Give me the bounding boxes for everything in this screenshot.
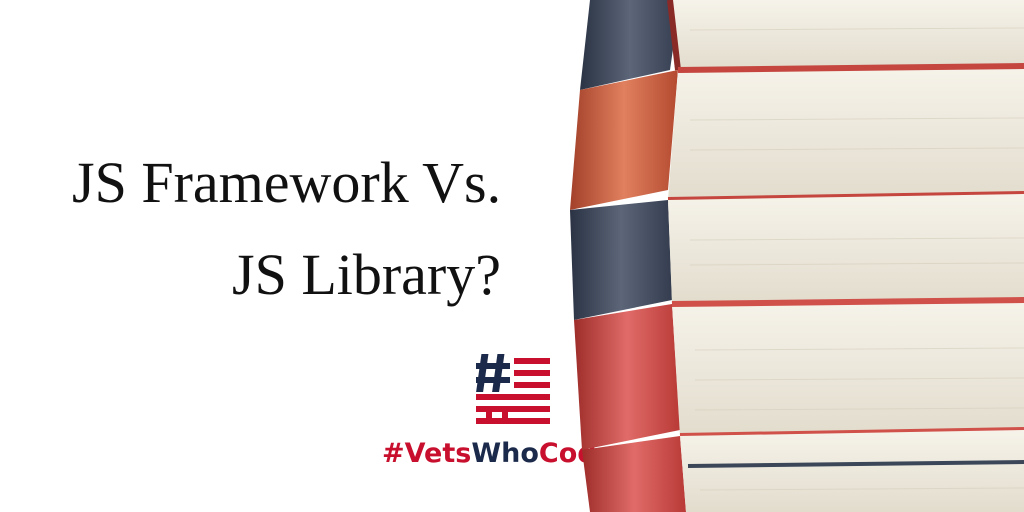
headline: JS Framework Vs. JS Library?: [0, 0, 600, 330]
book-stack-image: [560, 0, 1024, 512]
headline-line-1: JS Framework Vs.: [72, 150, 502, 215]
brand-wordmark-prefix: #Vets: [382, 438, 472, 469]
banner-canvas: JS Framework Vs. JS Library? #VetsWhoCod…: [0, 0, 1024, 512]
headline-line-2: JS Library?: [232, 242, 501, 307]
vetswhocode-flag-hash-icon: [474, 350, 554, 426]
brand-wordmark-middle: Who: [471, 438, 539, 469]
